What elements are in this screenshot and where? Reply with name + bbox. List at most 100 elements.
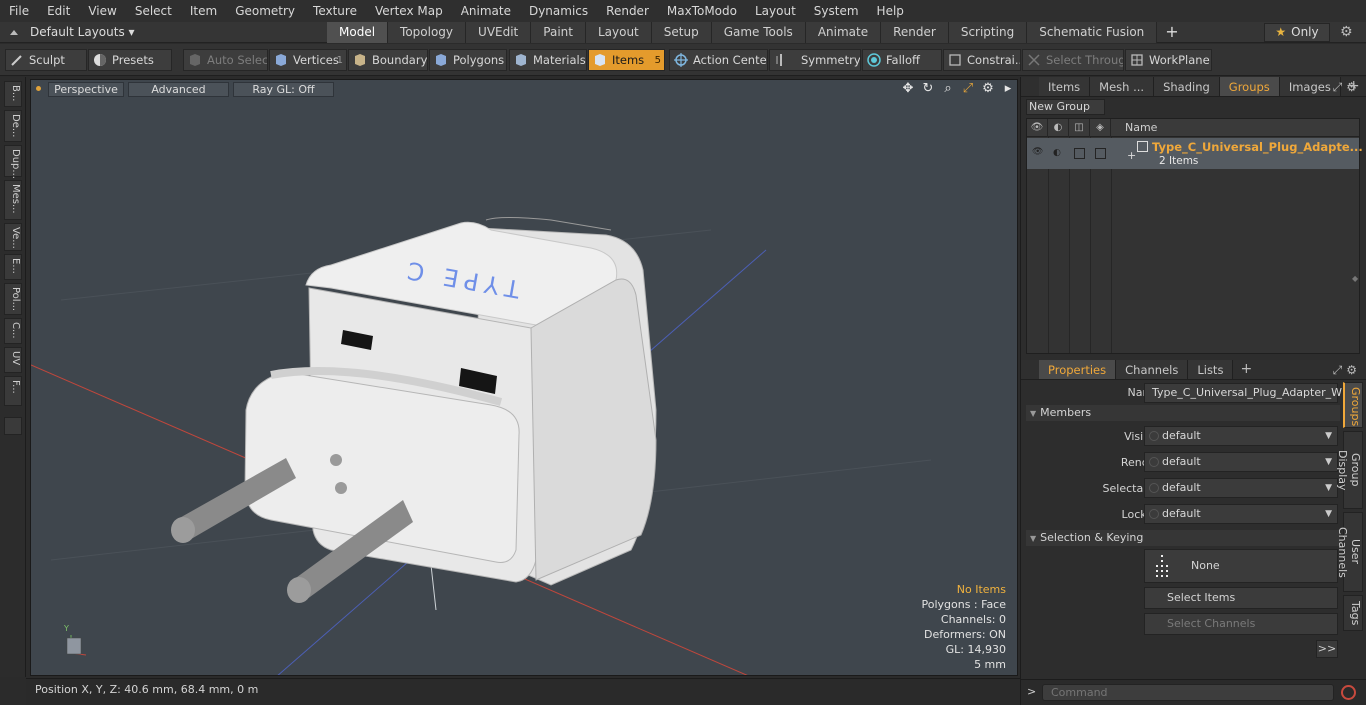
menu-dynamics[interactable]: Dynamics [520, 0, 597, 22]
tab-animate[interactable]: Animate [805, 22, 882, 43]
side-tab-user-channels[interactable]: User Channels [1336, 512, 1363, 592]
scroll-handle-icon[interactable]: ◆ [1352, 274, 1358, 283]
action-center-button[interactable]: Action Center [669, 49, 768, 71]
menu-layout[interactable]: Layout [746, 0, 805, 22]
tab-layout[interactable]: Layout [585, 22, 652, 43]
move-view-icon[interactable]: ✥ [901, 82, 915, 96]
select-items-button[interactable]: Select Items [1144, 587, 1338, 609]
tab-render[interactable]: Render [881, 22, 949, 43]
menu-edit[interactable]: Edit [38, 0, 79, 22]
expand-plus-icon[interactable]: + [1127, 149, 1136, 162]
menu-geometry[interactable]: Geometry [226, 0, 304, 22]
materials-button[interactable]: Materials [509, 49, 587, 71]
left-tab-polygon[interactable]: Pol... [4, 283, 22, 315]
menu-texture[interactable]: Texture [304, 0, 366, 22]
left-tab-edge[interactable]: E... [4, 254, 22, 280]
layouts-dropdown[interactable]: Default Layouts ▾ [30, 22, 135, 42]
tab-lists[interactable]: Lists [1188, 360, 1234, 379]
tab-mesh[interactable]: Mesh ... [1090, 77, 1155, 96]
polygons-button[interactable]: Polygons [429, 49, 507, 71]
lock-column-icon[interactable]: ◫ [1069, 119, 1090, 137]
left-tab-vertex[interactable]: Ve... [4, 223, 22, 251]
more-options-button[interactable]: >> [1316, 640, 1338, 658]
tab-properties[interactable]: Properties [1039, 360, 1117, 379]
left-tab-basic[interactable]: B... [4, 81, 22, 107]
left-tab-curve[interactable]: C... [4, 318, 22, 344]
tab-scripting[interactable]: Scripting [948, 22, 1028, 43]
select-column-icon[interactable]: ◈ [1090, 119, 1111, 137]
record-icon[interactable] [1341, 685, 1356, 700]
gear-icon[interactable]: ⚙ [1340, 24, 1353, 40]
select-toggle[interactable] [1095, 148, 1106, 159]
members-section[interactable]: ▼ Members [1026, 405, 1340, 421]
selectable-dropdown[interactable]: default ▼ [1144, 478, 1338, 498]
tab-items[interactable]: Items [1039, 77, 1091, 96]
name-column-header[interactable]: Name [1125, 119, 1157, 137]
viewport-menu-dot-icon[interactable] [36, 86, 41, 91]
side-tab-group-display[interactable]: Group Display [1336, 431, 1363, 509]
selection-keying-section[interactable]: ▼ Selection & Keying [1026, 530, 1340, 546]
menu-help[interactable]: Help [868, 0, 913, 22]
left-tab-deform[interactable]: De... [4, 110, 22, 142]
render-toggle-icon[interactable]: ◐ [1053, 148, 1064, 159]
tab-schematic-fusion[interactable]: Schematic Fusion [1027, 22, 1158, 43]
tab-groups[interactable]: Groups [1219, 77, 1280, 96]
tab-model[interactable]: Model [327, 22, 389, 43]
visibility-column-icon[interactable]: 👁 [1027, 119, 1048, 137]
render-dropdown[interactable]: default ▼ [1144, 452, 1338, 472]
menu-select[interactable]: Select [126, 0, 181, 22]
workplane-button[interactable]: WorkPlane [1125, 49, 1212, 71]
sculpt-button[interactable]: Sculpt [5, 49, 87, 71]
locked-dropdown[interactable]: default ▼ [1144, 504, 1338, 524]
keying-none-button[interactable]: None [1144, 549, 1338, 583]
render-column-icon[interactable]: ◐ [1048, 119, 1069, 137]
3d-viewport[interactable]: TYPE C Y Perspective Advanced Ray GL: Of… [30, 79, 1018, 676]
tab-shading[interactable]: Shading [1154, 77, 1220, 96]
left-tab-fusion[interactable]: F... [4, 376, 22, 406]
menu-render[interactable]: Render [597, 0, 658, 22]
lock-toggle[interactable] [1074, 148, 1085, 159]
tab-channels[interactable]: Channels [1116, 360, 1189, 379]
tab-setup[interactable]: Setup [651, 22, 712, 43]
add-properties-tab-button[interactable]: + [1233, 360, 1259, 379]
select-through-button[interactable]: Select Through [1022, 49, 1124, 71]
left-tab-duplicate[interactable]: Dup... [4, 145, 22, 179]
advanced-button[interactable]: Advanced [128, 82, 229, 97]
side-tab-groups[interactable]: Groups [1343, 382, 1363, 428]
visible-dropdown[interactable]: default ▼ [1144, 426, 1338, 446]
side-tab-tags[interactable]: Tags [1343, 595, 1363, 631]
items-button[interactable]: Items 5 [588, 49, 665, 71]
menu-vertex-map[interactable]: Vertex Map [366, 0, 452, 22]
select-channels-button[interactable]: Select Channels [1144, 613, 1338, 635]
tab-uvedit[interactable]: UVEdit [466, 22, 532, 43]
menu-animate[interactable]: Animate [452, 0, 520, 22]
menu-maxtomodo[interactable]: MaxToModo [658, 0, 746, 22]
zoom-view-icon[interactable]: ⌕ [941, 82, 955, 96]
scene-render[interactable] [31, 80, 1018, 676]
falloff-button[interactable]: Falloff [862, 49, 942, 71]
properties-controls-icon[interactable]: ⤢⚙ [1333, 363, 1361, 378]
panel-controls-icon[interactable]: ⤢⚙ [1333, 80, 1361, 95]
tab-topology[interactable]: Topology [388, 22, 467, 43]
only-button[interactable]: ★ Only [1264, 23, 1330, 42]
rotate-view-icon[interactable]: ↻ [921, 82, 935, 96]
perspective-button[interactable]: Perspective [48, 82, 124, 97]
menu-file[interactable]: File [0, 0, 38, 22]
presets-button[interactable]: Presets [88, 49, 172, 71]
menu-system[interactable]: System [805, 0, 868, 22]
add-tab-button[interactable]: + [1157, 22, 1186, 43]
viewport-gear-icon[interactable]: ⚙ [981, 82, 995, 96]
vertices-button[interactable]: Vertices 1 [269, 49, 347, 71]
left-tab-uv[interactable]: UV [4, 347, 22, 373]
menu-view[interactable]: View [79, 0, 125, 22]
tab-game-tools[interactable]: Game Tools [711, 22, 806, 43]
left-tab-extra[interactable] [4, 417, 22, 435]
viewport-more-icon[interactable]: ▸ [1001, 82, 1015, 96]
new-group-button[interactable]: New Group [1026, 99, 1105, 115]
layout-arrow-icon[interactable] [9, 27, 19, 37]
left-tab-mesh-edit[interactable]: Mes... [4, 180, 22, 220]
name-field[interactable]: Type_C_Universal_Plug_Adapter_Whi [1144, 383, 1352, 403]
raygl-button[interactable]: Ray GL: Off [233, 82, 334, 97]
maximize-view-icon[interactable]: ⤢ [961, 82, 975, 96]
tab-paint[interactable]: Paint [531, 22, 586, 43]
